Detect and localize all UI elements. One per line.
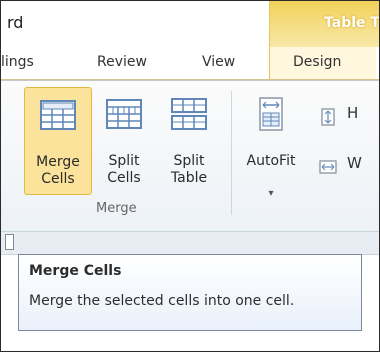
- table-column-width-control[interactable]: W: [317, 154, 362, 182]
- merge-cells-button[interactable]: Merge Cells: [24, 87, 92, 195]
- autofit-button[interactable]: AutoFit ▾: [239, 87, 303, 199]
- autofit-dropdown-chevron-icon[interactable]: ▾: [239, 188, 303, 199]
- tooltip-title: Merge Cells: [29, 263, 122, 279]
- merge-cells-label-line1: Merge: [36, 154, 80, 170]
- title-bar: rd Table T: [1, 1, 379, 47]
- split-table-label-line1: Split: [173, 153, 205, 169]
- autofit-icon: [259, 97, 283, 131]
- ribbon-group-separator: [231, 91, 232, 215]
- cell-width-icon: [319, 160, 337, 174]
- ruler-marker[interactable]: [5, 234, 14, 250]
- tab-view[interactable]: View: [202, 54, 235, 70]
- tab-mailings[interactable]: lings: [1, 54, 34, 70]
- window-title-fragment: rd: [7, 13, 24, 32]
- split-cells-icon: [106, 99, 142, 129]
- contextual-tab-group-label: Table T: [324, 15, 380, 31]
- split-cells-button[interactable]: Split Cells: [95, 87, 153, 193]
- document-ruler: [1, 231, 379, 255]
- ribbon-panel: Merge Cells Split Cells Split Table Merg…: [1, 80, 379, 232]
- ribbon-tab-row: lings Review View Design: [1, 47, 379, 80]
- contextual-tab-group: Table T: [269, 1, 380, 47]
- table-row-height-label: H: [347, 104, 359, 122]
- merge-group-label: Merge: [96, 201, 137, 216]
- table-row-height-control[interactable]: H: [317, 104, 358, 132]
- tab-review[interactable]: Review: [97, 54, 147, 70]
- autofit-label: AutoFit: [246, 153, 296, 169]
- cell-height-icon: [321, 108, 335, 126]
- split-cells-label-line2: Cells: [107, 170, 141, 186]
- tab-design[interactable]: Design: [269, 47, 376, 79]
- split-table-icon: [171, 98, 207, 130]
- merge-cells-tooltip: Merge Cells Merge the selected cells int…: [18, 254, 362, 331]
- word-ribbon-screenshot: rd Table T lings Review View Design Merg…: [0, 0, 380, 352]
- merge-cells-icon: [40, 100, 76, 130]
- merge-cells-label-line2: Cells: [41, 171, 75, 187]
- table-column-width-label: W: [347, 154, 362, 172]
- split-cells-label-line1: Split: [108, 153, 140, 169]
- tab-design-label: Design: [293, 54, 342, 70]
- split-table-label-line2: Table: [170, 170, 208, 186]
- split-table-button[interactable]: Split Table: [159, 87, 219, 193]
- tooltip-description: Merge the selected cells into one cell.: [29, 293, 295, 309]
